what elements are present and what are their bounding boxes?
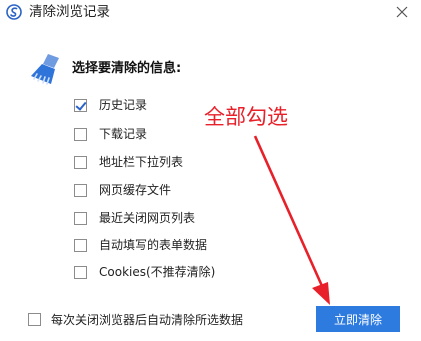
- option-autofill-form-data[interactable]: 自动填写的表单数据: [74, 235, 324, 255]
- checkbox[interactable]: [74, 211, 87, 225]
- option-label: 网页缓存文件: [99, 183, 172, 197]
- option-label: 自动填写的表单数据: [99, 238, 208, 252]
- annotation-text: 全部勾选: [204, 105, 288, 129]
- option-cookies[interactable]: Cookies(不推荐清除): [74, 262, 324, 282]
- option-web-cache[interactable]: 网页缓存文件: [74, 180, 324, 200]
- option-label: Cookies(不推荐清除): [99, 265, 216, 279]
- section-heading: 选择要清除的信息:: [72, 61, 182, 76]
- checkbox[interactable]: [74, 265, 87, 279]
- close-icon: [396, 6, 408, 18]
- auto-clear-option[interactable]: 每次关闭浏览器后自动清除所选数据: [28, 309, 243, 329]
- auto-clear-label: 每次关闭浏览器后自动清除所选数据: [51, 312, 244, 327]
- checkbox[interactable]: [28, 312, 41, 326]
- clear-now-button[interactable]: 立即清除: [316, 306, 400, 332]
- checkbox[interactable]: [74, 155, 87, 169]
- checkbox[interactable]: [74, 238, 87, 252]
- broom-icon: [31, 54, 59, 85]
- window-title: 清除浏览记录: [29, 4, 110, 20]
- close-button[interactable]: [388, 0, 416, 24]
- checkbox[interactable]: [74, 98, 87, 112]
- option-label: 下载记录: [99, 127, 148, 141]
- browser-logo-icon: [6, 4, 22, 20]
- option-label: 地址栏下拉列表: [99, 155, 184, 169]
- option-recently-closed-pages[interactable]: 最近关闭网页列表: [74, 208, 324, 228]
- option-address-bar-dropdown[interactable]: 地址栏下拉列表: [74, 152, 324, 172]
- checkbox[interactable]: [74, 183, 87, 197]
- title-bar: 清除浏览记录: [0, 0, 421, 26]
- option-label: 最近关闭网页列表: [99, 211, 196, 225]
- option-label: 历史记录: [99, 98, 148, 112]
- checkbox[interactable]: [74, 127, 87, 141]
